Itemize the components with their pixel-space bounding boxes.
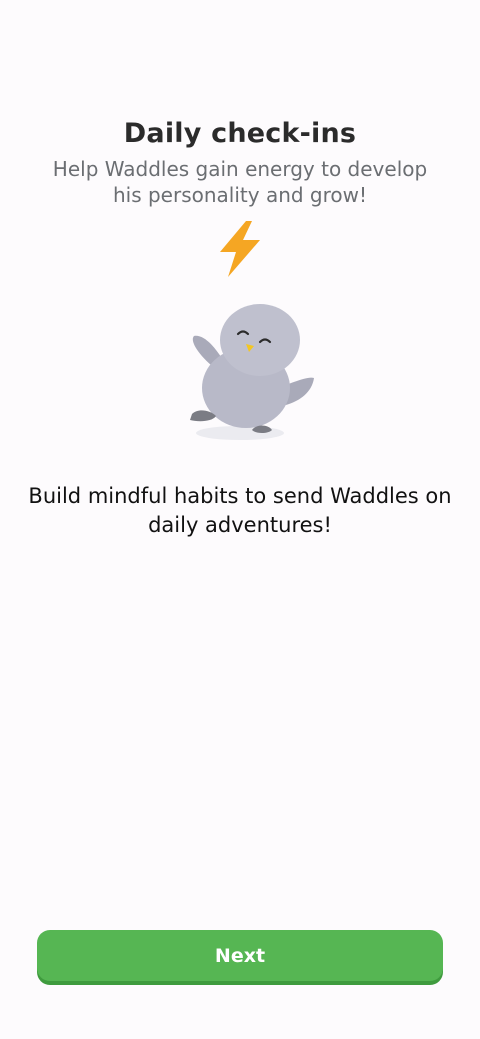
lightning-bolt-icon	[220, 221, 260, 277]
description-text: Build mindful habits to send Waddles on …	[28, 484, 452, 537]
page-title: Daily check-ins	[123, 118, 357, 149]
page-subtitle: Help Waddles gain energy to develop his …	[52, 157, 428, 207]
next-button[interactable]: Next	[37, 930, 443, 981]
next-button-label: Next	[214, 944, 266, 967]
penguin-mascot	[190, 304, 314, 440]
